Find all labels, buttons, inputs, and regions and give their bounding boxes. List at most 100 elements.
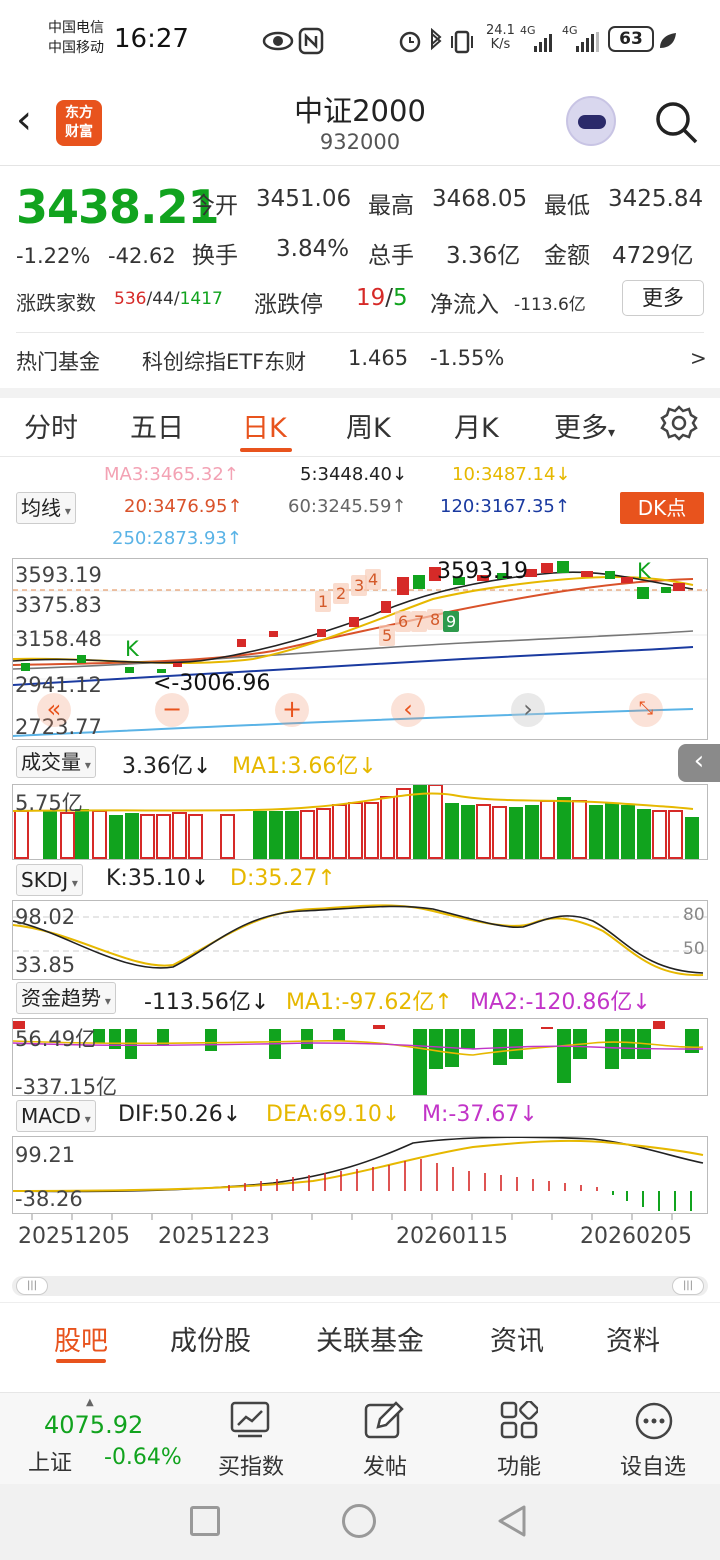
volume-selector[interactable]: 成交量 ▾ xyxy=(16,746,96,778)
skdj-selector[interactable]: SKDJ ▾ xyxy=(16,864,83,896)
limit-label: 涨跌停 xyxy=(254,292,323,318)
macd-dea: DEA:69.10↓ xyxy=(266,1102,401,1127)
skdj-k: K:35.10↓ xyxy=(106,866,210,891)
volume-label: 总手 xyxy=(368,243,414,269)
signal-1-icon xyxy=(534,34,552,52)
ma60-label: 60:3245.59↑ xyxy=(288,496,407,517)
fast-back-icon[interactable]: « xyxy=(37,693,71,727)
turnover-label: 换手 xyxy=(192,243,238,269)
macd-selector[interactable]: MACD ▾ xyxy=(16,1100,96,1132)
system-nav-bar xyxy=(0,1484,720,1560)
open-label: 今开 xyxy=(192,193,238,219)
tab-guba[interactable]: 股吧 xyxy=(54,1319,108,1358)
count-label: 5 xyxy=(379,625,396,646)
macd-chart[interactable]: 99.21 -38.26 xyxy=(12,1136,708,1214)
bottom-action-bar: ▲ 4075.92 上证 -0.64% 买指数 发帖 功能 设自选 xyxy=(0,1392,720,1484)
search-icon[interactable] xyxy=(652,98,700,146)
battery-icon: 63 xyxy=(608,26,654,52)
home-icon[interactable] xyxy=(342,1504,376,1538)
low-label: 最低 xyxy=(544,193,590,219)
divider xyxy=(16,332,704,333)
volume-value: 3.36亿↓ xyxy=(122,754,212,779)
recents-icon[interactable] xyxy=(190,1506,220,1536)
ma10-label: 10:3487.14↓ xyxy=(452,464,571,485)
signal-2-icon xyxy=(576,32,599,52)
count-label: 4 xyxy=(365,569,382,590)
date-label: 20251205 xyxy=(18,1224,130,1249)
tab-monthly-k[interactable]: 月K xyxy=(454,406,499,445)
skdj-y-bottom: 33.85 xyxy=(15,953,76,977)
hot-fund-pct: -1.55% xyxy=(430,346,505,370)
functions-button[interactable]: 功能 xyxy=(474,1449,564,1481)
tab-news[interactable]: 资讯 xyxy=(490,1319,544,1358)
title-header: ‹ 东方 财富 中证2000 932000 xyxy=(0,82,720,166)
volume-value: 3.36亿 xyxy=(446,243,521,269)
kline-chart[interactable]: 3593.19 3375.83 3158.48 2941.12 2723.77 … xyxy=(12,558,708,740)
scroll-handle-left[interactable]: ||| xyxy=(16,1277,48,1295)
fullscreen-icon[interactable]: ⤡ xyxy=(629,693,663,727)
count-label: 9 xyxy=(443,611,460,632)
post-button[interactable]: 发帖 xyxy=(340,1449,430,1481)
count-label: 6 xyxy=(395,611,412,632)
scroll-left-icon[interactable]: ‹ xyxy=(391,693,425,727)
buy-index-button[interactable]: 买指数 xyxy=(206,1449,296,1481)
sh-index-pct[interactable]: -0.64% xyxy=(104,1445,182,1470)
zoom-out-icon[interactable]: − xyxy=(155,693,189,727)
assistant-robot-icon[interactable] xyxy=(566,96,616,146)
tab-profile[interactable]: 资料 xyxy=(606,1319,660,1358)
breadth-values: 536/44/1417 xyxy=(114,289,223,309)
sh-index-name[interactable]: 上证 xyxy=(28,1445,72,1477)
gear-icon[interactable] xyxy=(660,404,698,442)
count-label: 2 xyxy=(333,583,350,604)
chart-trend-icon[interactable] xyxy=(230,1401,272,1439)
status-time: 16:27 xyxy=(114,24,189,54)
amount-label: 金额 xyxy=(544,243,590,269)
tab-weekly-k[interactable]: 周K xyxy=(346,406,391,445)
date-ticks xyxy=(31,1214,673,1220)
hot-fund-price: 1.465 xyxy=(348,346,409,370)
apps-grid-icon[interactable] xyxy=(500,1401,538,1439)
chart-scrollbar[interactable] xyxy=(12,1276,708,1296)
date-label: 20251223 xyxy=(158,1224,270,1249)
skdj-chart[interactable]: 98.02 33.85 80 50 xyxy=(12,900,708,980)
breadth-label: 涨跌家数 xyxy=(16,291,96,315)
scroll-handle-right[interactable]: ||| xyxy=(672,1277,704,1295)
tab-constituents[interactable]: 成份股 xyxy=(170,1319,251,1358)
volume-chart[interactable]: 5.75亿 xyxy=(12,784,708,860)
fund-trend-ma1: MA1:-97.62亿↑ xyxy=(286,990,453,1015)
more-button[interactable]: 更多 xyxy=(622,280,704,316)
count-label: 1 xyxy=(315,591,332,612)
tab-related-funds[interactable]: 关联基金 xyxy=(316,1319,424,1358)
skdj-50: 50 xyxy=(683,939,705,959)
tab-more[interactable]: 更多▾ xyxy=(554,406,615,445)
fund-trend-selector[interactable]: 资金趋势 ▾ xyxy=(16,982,116,1014)
ma250-label: 250:2873.93↑ xyxy=(112,528,242,549)
tab-daily-k[interactable]: 日K xyxy=(242,406,287,445)
alarm-bluetooth-vibrate-icons xyxy=(399,28,473,54)
change-pct: -1.22% xyxy=(16,244,91,268)
ma5-label: 5:3448.40↓ xyxy=(300,464,408,485)
macd-canvas xyxy=(13,1137,704,1211)
charging-leaf-icon xyxy=(660,33,676,48)
zoom-in-icon[interactable]: + xyxy=(275,693,309,727)
back-nav-icon[interactable] xyxy=(496,1504,528,1538)
fund-trend-ma2: MA2:-120.86亿↓ xyxy=(470,990,651,1015)
y-tick: 3158.48 xyxy=(15,627,102,651)
scroll-right-icon[interactable]: › xyxy=(511,693,545,727)
sh-index-value[interactable]: 4075.92 xyxy=(44,1411,143,1439)
current-price: 3438.21 xyxy=(16,180,220,234)
hot-fund-name[interactable]: 科创综指ETF东财 xyxy=(142,346,306,376)
y-tick: 3375.83 xyxy=(15,593,102,617)
more-dots-icon[interactable] xyxy=(634,1401,674,1441)
inflow-value: -113.6亿 xyxy=(514,295,586,315)
amount-value: 4729亿 xyxy=(612,243,694,269)
fund-trend-chart[interactable]: 56.49亿 -337.15亿 xyxy=(12,1018,708,1099)
chevron-right-icon[interactable]: > xyxy=(690,346,707,370)
dk-point-button[interactable]: DK点 xyxy=(620,492,704,524)
edit-post-icon[interactable] xyxy=(364,1401,404,1441)
collapse-panel-button[interactable]: ‹ xyxy=(678,744,720,782)
tab-five-day[interactable]: 五日 xyxy=(130,406,184,445)
add-watchlist-button[interactable]: 设自选 xyxy=(608,1449,698,1481)
ma-selector[interactable]: 均线 ▾ xyxy=(16,492,76,524)
tab-intraday[interactable]: 分时 xyxy=(24,406,78,445)
